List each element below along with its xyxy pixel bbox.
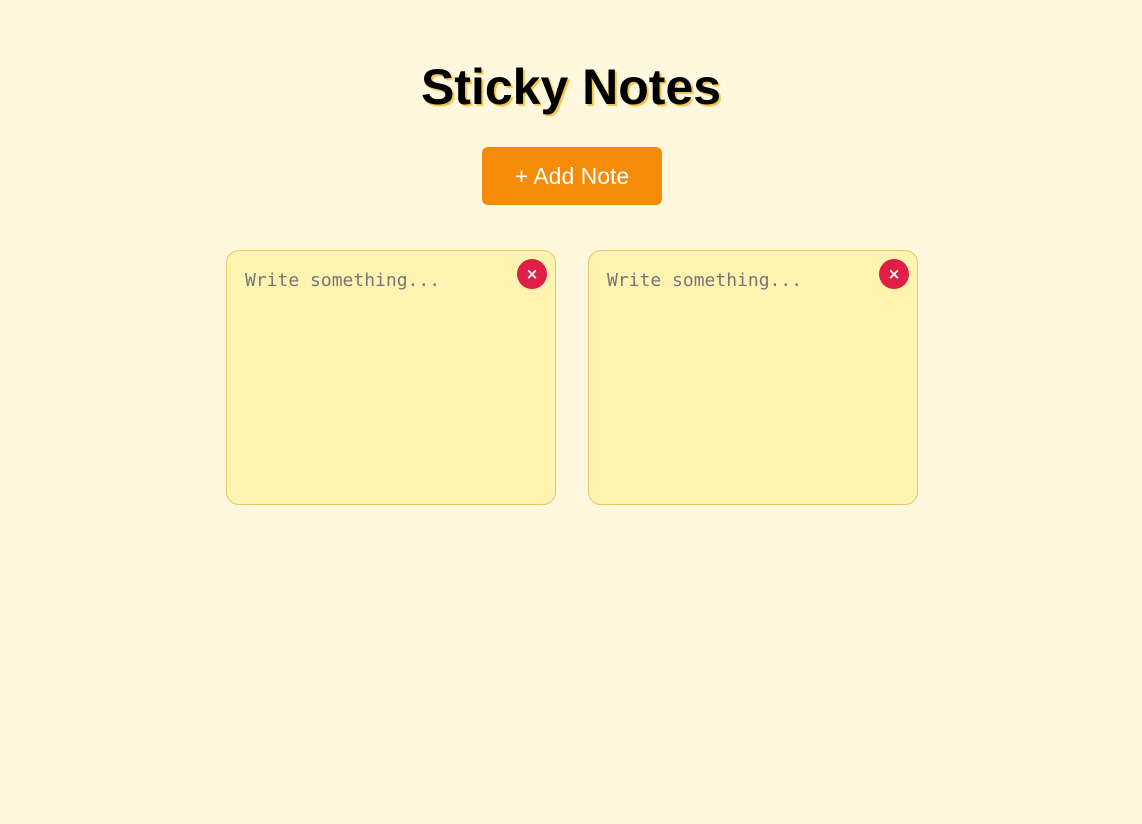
sticky-note: × <box>226 250 556 505</box>
delete-note-button[interactable]: × <box>879 259 909 289</box>
add-note-button[interactable]: + Add Note <box>482 147 662 205</box>
delete-note-button[interactable]: × <box>517 259 547 289</box>
sticky-note: × <box>588 250 918 505</box>
sticky-notes-page: Sticky Notes + Add Note × × <box>0 0 1142 824</box>
note-text-area[interactable] <box>227 251 555 504</box>
page-title: Sticky Notes <box>420 59 722 115</box>
note-text-area[interactable] <box>589 251 917 504</box>
